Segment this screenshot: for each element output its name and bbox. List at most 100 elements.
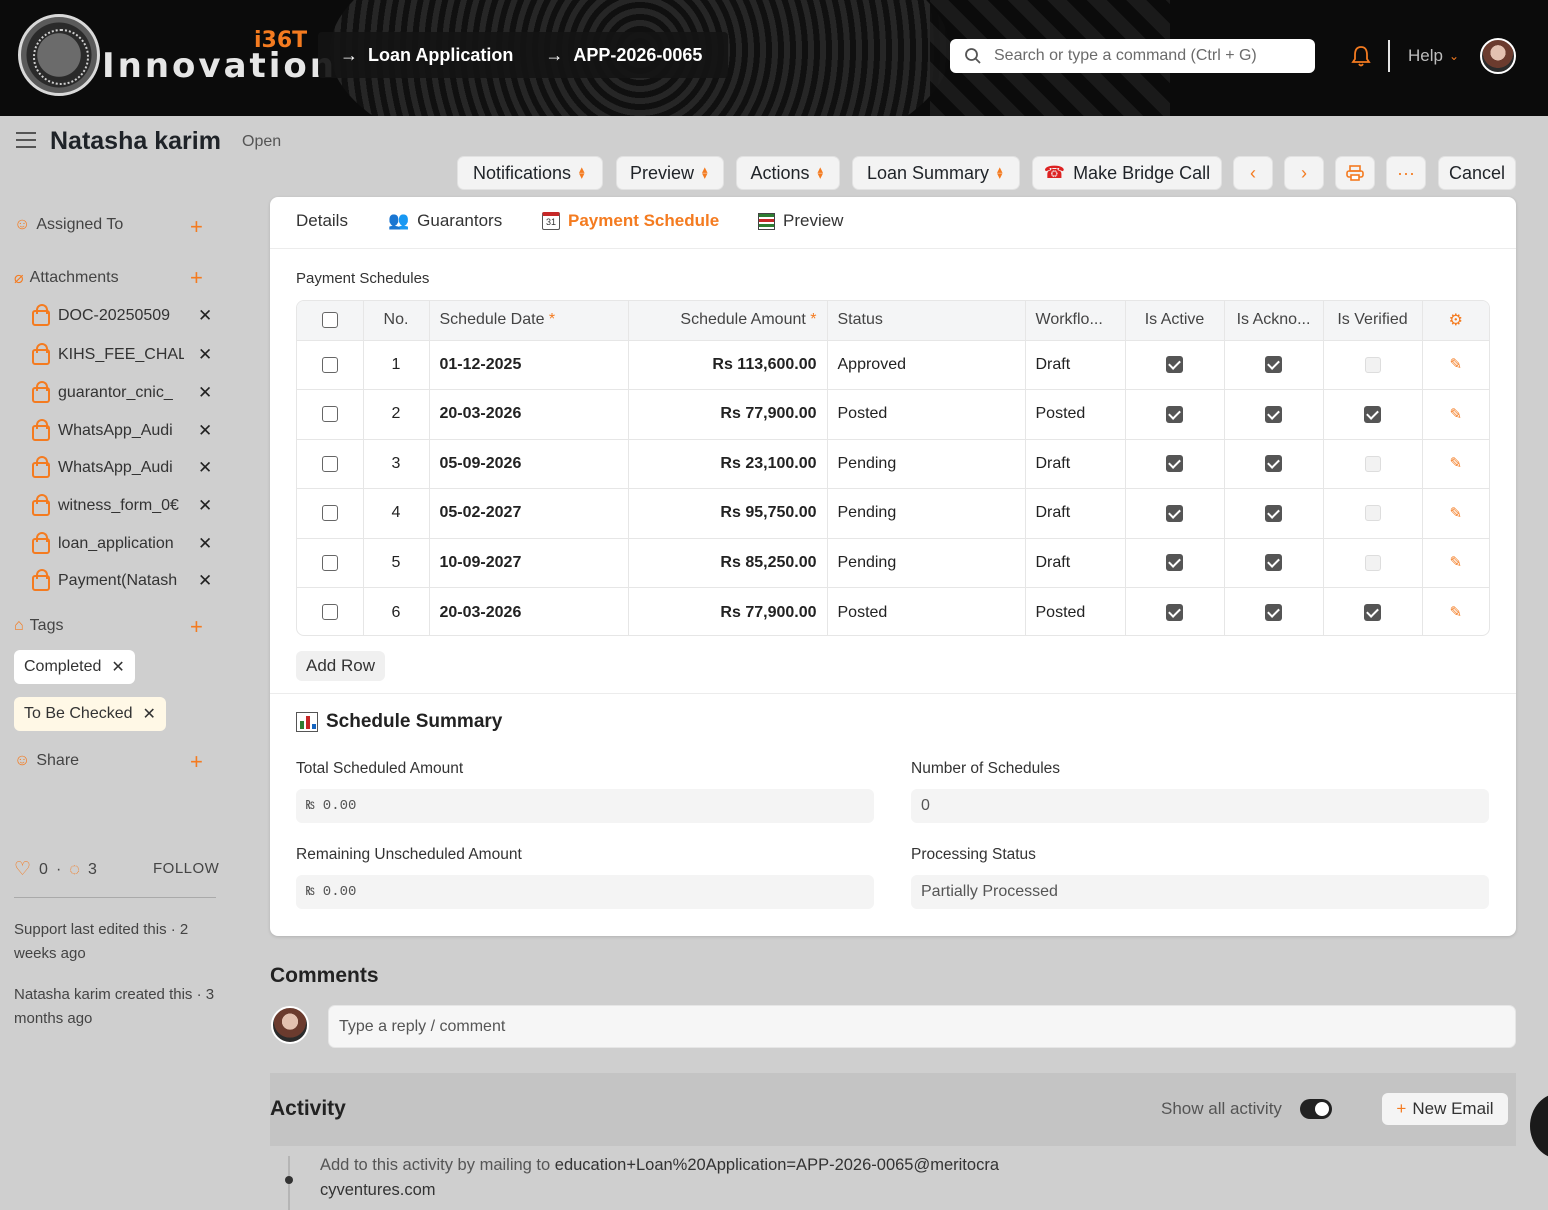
remove-attachment-icon[interactable]: ✕ [198,571,212,591]
table-row[interactable]: 2 20-03-2026 Rs 77,900.00 Posted Posted ✎ [297,389,1489,439]
checked-checkbox[interactable] [1166,504,1183,522]
add-share-plus-icon[interactable]: + [190,751,203,773]
comment-input[interactable] [328,1005,1516,1048]
attachment-name[interactable]: guarantor_cnic_ [58,384,184,402]
workflow-cell[interactable]: Posted [1025,587,1126,635]
table-row[interactable]: 6 20-03-2026 Rs 77,900.00 Posted Posted ✎ [297,587,1489,635]
is-active-cell[interactable] [1125,587,1225,635]
checked-checkbox[interactable] [1265,554,1282,572]
checked-checkbox[interactable] [1265,504,1282,522]
row-select-checkbox[interactable] [321,505,338,522]
cancel-button[interactable]: Cancel [1438,156,1516,190]
attachment-item[interactable]: witness_form_0€ ✕ [32,494,212,516]
search-input[interactable] [992,46,1312,66]
attachment-name[interactable]: KIHS_FEE_CHAL [58,346,184,364]
table-row[interactable]: 5 10-09-2027 Rs 85,250.00 Pending Draft ✎ [297,537,1489,588]
checked-checkbox[interactable] [1364,603,1381,621]
loan-summary-button[interactable]: Loan Summary ▴ ▾ [852,156,1020,190]
is-acknowledged-cell[interactable] [1224,587,1324,635]
table-row[interactable]: 3 05-09-2026 Rs 23,100.00 Pending Draft ✎ [297,438,1489,489]
status-cell[interactable]: Pending [827,537,1026,588]
search-bar[interactable] [950,39,1315,73]
pencil-edit-icon[interactable]: ✎ [1449,356,1462,373]
new-email-button[interactable]: + New Email [1382,1093,1508,1125]
breadcrumb-item-loan-application[interactable]: → Loan Application [340,45,513,66]
schedule-date-cell[interactable]: 01-12-2025 [429,339,629,390]
is-active-cell[interactable] [1125,488,1225,538]
unchecked-checkbox[interactable] [1364,505,1381,522]
pencil-edit-icon[interactable]: ✎ [1449,554,1462,571]
schedule-date-cell[interactable]: 20-03-2026 [429,587,629,635]
column-settings-cell[interactable]: ⚙ [1422,301,1489,340]
workflow-cell[interactable]: Draft [1025,339,1126,390]
checked-checkbox[interactable] [1166,405,1183,423]
print-button[interactable] [1335,156,1375,190]
add-row-button[interactable]: Add Row [296,651,385,681]
follow-button[interactable]: FOLLOW [153,860,219,877]
remove-attachment-icon[interactable]: ✕ [198,306,212,326]
floating-chat-button[interactable] [1530,1093,1548,1159]
schedule-date-cell[interactable]: 05-02-2027 [429,488,629,538]
help-menu[interactable]: Help ⌄ [1408,46,1459,66]
heart-icon[interactable]: ♡ [14,858,31,881]
remove-attachment-icon[interactable]: ✕ [198,421,212,441]
schedule-amount-cell[interactable]: Rs 77,900.00 [628,389,828,439]
status-cell[interactable]: Approved [827,339,1026,390]
status-cell[interactable]: Posted [827,389,1026,439]
checked-checkbox[interactable] [1265,356,1282,374]
preview-dropdown-button[interactable]: Preview ▴ ▾ [616,156,724,190]
row-select-checkbox[interactable] [321,604,338,621]
add-assignee-plus-icon[interactable]: + [190,216,203,238]
row-select-cell[interactable] [297,339,364,390]
checked-checkbox[interactable] [1166,455,1183,473]
is-active-cell[interactable] [1125,438,1225,489]
breadcrumb-item-record[interactable]: → APP-2026-0065 [545,45,702,66]
row-select-checkbox[interactable] [321,554,338,571]
edit-row-cell[interactable]: ✎ [1422,488,1489,538]
checked-checkbox[interactable] [1166,603,1183,621]
edit-row-cell[interactable]: ✎ [1422,537,1489,588]
is-active-cell[interactable] [1125,537,1225,588]
edit-row-cell[interactable]: ✎ [1422,438,1489,489]
attachment-item[interactable]: KIHS_FEE_CHAL ✕ [32,343,212,365]
user-avatar[interactable] [1480,38,1516,74]
row-select-cell[interactable] [297,537,364,588]
checked-checkbox[interactable] [1265,405,1282,423]
is-verified-cell[interactable] [1323,488,1423,538]
add-attachment-plus-icon[interactable]: + [190,267,203,289]
attachment-item[interactable]: loan_application ✕ [32,532,212,554]
checked-checkbox[interactable] [1166,554,1183,572]
attachment-name[interactable]: WhatsApp_Audi [58,422,184,440]
row-select-cell[interactable] [297,389,364,439]
schedule-amount-cell[interactable]: Rs 77,900.00 [628,587,828,635]
schedule-date-cell[interactable]: 10-09-2027 [429,537,629,588]
previous-record-button[interactable]: ‹ [1233,156,1273,190]
is-active-cell[interactable] [1125,389,1225,439]
is-acknowledged-cell[interactable] [1224,438,1324,489]
select-all-checkbox-cell[interactable] [297,301,364,340]
row-select-cell[interactable] [297,438,364,489]
is-verified-cell[interactable] [1323,339,1423,390]
checked-checkbox[interactable] [1166,356,1183,374]
attachment-item[interactable]: WhatsApp_Audi ✕ [32,419,212,441]
checked-checkbox[interactable] [1265,455,1282,473]
checked-checkbox[interactable] [1265,603,1282,621]
is-verified-cell[interactable] [1323,587,1423,635]
tab-payment-schedule[interactable]: 31 Payment Schedule [542,211,719,231]
row-select-cell[interactable] [297,488,364,538]
attachment-name[interactable]: WhatsApp_Audi [58,459,184,477]
remove-tag-icon[interactable]: ✕ [143,704,156,724]
pencil-edit-icon[interactable]: ✎ [1449,406,1462,423]
table-row[interactable]: 1 01-12-2025 Rs 113,600.00 Approved Draft ✎ [297,339,1489,390]
tab-guarantors[interactable]: 👥 Guarantors [388,211,502,231]
unchecked-checkbox[interactable] [1364,356,1381,373]
row-select-checkbox[interactable] [321,406,338,423]
assigned-to-section[interactable]: ☺ Assigned To [14,216,123,234]
comment-bubble-icon[interactable]: ◌ [69,859,80,880]
schedule-date-cell[interactable]: 20-03-2026 [429,389,629,439]
attachment-item[interactable]: Payment(Natash ✕ [32,569,212,591]
is-acknowledged-cell[interactable] [1224,537,1324,588]
is-verified-cell[interactable] [1323,438,1423,489]
workflow-cell[interactable]: Draft [1025,438,1126,489]
pencil-edit-icon[interactable]: ✎ [1449,455,1462,472]
